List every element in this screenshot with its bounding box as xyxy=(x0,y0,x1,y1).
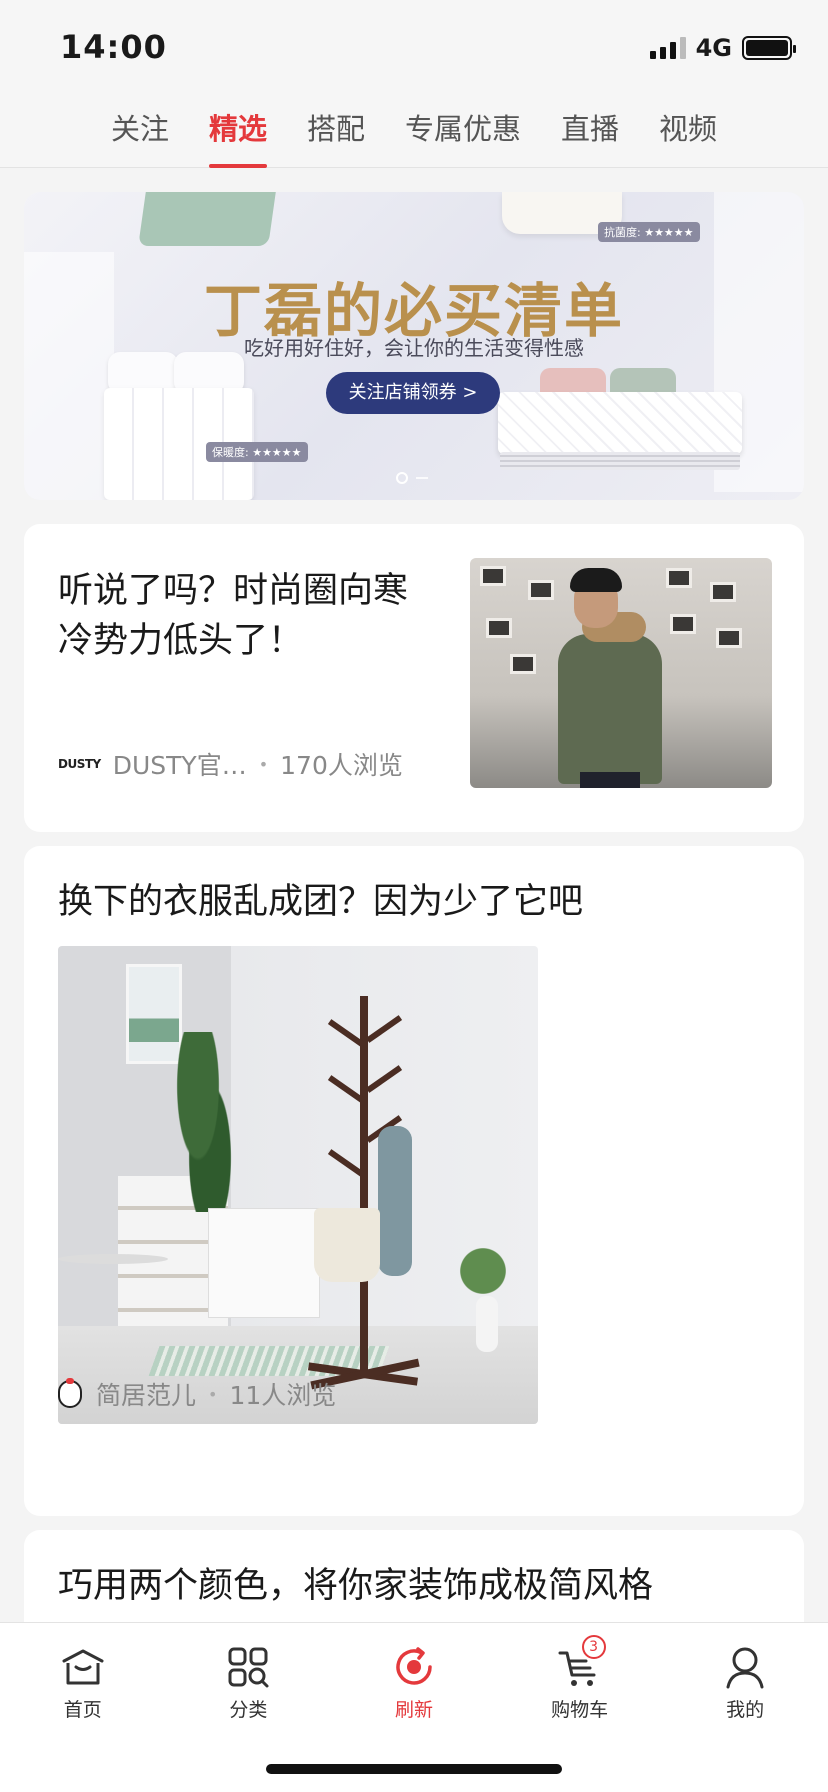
coat-rack-shape xyxy=(360,996,368,1376)
tab-follow[interactable]: 关注 xyxy=(91,96,189,168)
tab-exclusive-offers[interactable]: 专属优惠 xyxy=(385,96,541,168)
feed-card-views: 170人浏览 xyxy=(280,751,403,780)
tabbar-item-home[interactable]: 首页 xyxy=(0,1623,166,1792)
tabbar-label: 购物车 xyxy=(551,1699,609,1721)
tote-bag-shape xyxy=(314,1208,380,1282)
network-type: 4G xyxy=(695,34,732,62)
cart-badge: 3 xyxy=(581,1635,606,1659)
feed-card-author[interactable]: 简居范儿 xyxy=(96,1376,196,1412)
feed-card-title: 听说了吗？时尚圈向寒冷势力低头了！ xyxy=(58,571,409,661)
window-shape xyxy=(528,580,554,600)
category-icon xyxy=(228,1647,269,1688)
refresh-icon xyxy=(396,1647,432,1685)
tab-video[interactable]: 视频 xyxy=(639,96,737,168)
feed-card-author[interactable]: DUSTY官… xyxy=(113,746,247,782)
separator-dot: • xyxy=(258,754,269,774)
cabinet-shape xyxy=(208,1208,320,1318)
plant-shape xyxy=(174,1032,234,1212)
tab-featured[interactable]: 精选 xyxy=(189,96,287,168)
banner-mattress-image xyxy=(498,392,742,454)
signal-icon xyxy=(649,37,686,59)
tabbar-item-profile[interactable]: 我的 xyxy=(662,1623,828,1792)
jacket-shape xyxy=(558,634,662,784)
feed-card[interactable]: 听说了吗？时尚圈向寒冷势力低头了！ DUSTY DUSTY官… • 170人浏览 xyxy=(24,524,804,832)
pagination-dot-active xyxy=(396,472,408,484)
hanging-cloth-shape xyxy=(378,1126,412,1276)
feed-card-title: 换下的衣服乱成团？因为少了它吧 xyxy=(58,882,584,922)
window-shape xyxy=(670,614,696,634)
banner-tag-antibacterial: 抗菌度: ★★★★★ xyxy=(598,222,700,242)
window-shape xyxy=(510,654,536,674)
top-tabs: 关注 精选 搭配 专属优惠 直播 视频 xyxy=(0,96,828,168)
window-shape xyxy=(486,618,512,638)
banner-pagination xyxy=(396,472,428,484)
tabbar-label: 刷新 xyxy=(394,1699,433,1721)
status-indicators: 4G xyxy=(649,34,796,62)
coat-rack-arm xyxy=(365,1065,403,1093)
pagination-dot xyxy=(416,477,428,479)
cart-icon-wrapper: 3 xyxy=(556,1635,606,1691)
feed-card-meta: 简居范儿 • 11人浏览 xyxy=(58,1376,336,1412)
status-bar: 14:00 4G xyxy=(0,0,828,96)
tabbar-label: 我的 xyxy=(726,1699,765,1721)
feed-card-meta: DUSTY DUSTY官… • 170人浏览 xyxy=(58,746,403,782)
banner-mattress-base xyxy=(500,452,740,470)
feed-card-image[interactable] xyxy=(470,558,772,788)
coat-rack-arm xyxy=(327,1149,365,1177)
banner-tag-warmth: 保暖度: ★★★★★ xyxy=(206,442,308,462)
banner-subtitle: 吃好用好住好，会让你的生活变得性感 xyxy=(244,336,584,360)
status-time: 14:00 xyxy=(60,28,167,66)
feed-card-image[interactable] xyxy=(58,946,538,1424)
window-shape xyxy=(710,582,736,602)
feed-card[interactable]: 换下的衣服乱成团？因为少了它吧 简居范儿 • 11人浏览 xyxy=(24,846,804,1516)
author-avatar[interactable] xyxy=(58,1378,82,1408)
model-hair-shape xyxy=(570,568,622,592)
window-shape xyxy=(480,566,506,586)
separator-dot: • xyxy=(208,1384,218,1404)
brand-logo: DUSTY xyxy=(58,757,101,771)
home-icon xyxy=(62,1649,104,1685)
window-shape xyxy=(716,628,742,648)
side-table-shape xyxy=(58,1254,168,1264)
tabbar-label: 首页 xyxy=(63,1699,102,1721)
model-pants-shape xyxy=(580,772,640,788)
vase-shape xyxy=(476,1296,498,1352)
battery-icon xyxy=(742,36,796,60)
tab-outfit[interactable]: 搭配 xyxy=(287,96,385,168)
tab-live[interactable]: 直播 xyxy=(541,96,639,168)
banner-towel-image xyxy=(138,192,276,246)
coat-rack-arm xyxy=(365,1015,403,1043)
home-indicator[interactable] xyxy=(266,1764,562,1774)
window-shape xyxy=(666,568,692,588)
profile-icon xyxy=(726,1647,764,1689)
feed-card-title: 巧用两个颜色，将你家装饰成极简风格 xyxy=(58,1566,654,1606)
coat-rack-arm xyxy=(327,1019,365,1047)
banner-follow-store-button[interactable]: 关注店铺领券 > xyxy=(326,372,500,414)
promo-banner[interactable]: 保暖度: ★★★★★ 抗菌度: ★★★★★ 丁磊的必买清单 吃好用好住好，会让你… xyxy=(24,192,804,500)
coat-rack-arm xyxy=(327,1075,365,1103)
feed-card-views: 11人浏览 xyxy=(229,1381,337,1410)
tabbar-label: 分类 xyxy=(229,1699,268,1721)
